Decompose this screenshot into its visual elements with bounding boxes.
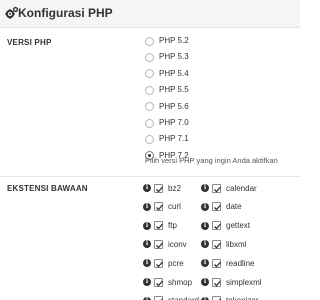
extension-checkbox[interactable] — [212, 183, 221, 193]
radio-button[interactable] — [145, 52, 154, 62]
radio-button[interactable] — [145, 102, 154, 112]
extension-checkbox[interactable] — [212, 296, 221, 300]
php-version-option-label: PHP 5.5 — [159, 85, 189, 95]
gears-icon — [5, 6, 19, 19]
radio-button[interactable] — [145, 134, 154, 144]
php-version-option[interactable]: PHP 5.4 — [145, 67, 189, 81]
php-version-option-label: PHP 5.4 — [159, 68, 189, 78]
php-version-label: VERSI PHP — [7, 38, 52, 47]
php-version-option-label: PHP 5.3 — [159, 52, 189, 62]
extension-label: standard — [168, 296, 199, 300]
extension-checkbox[interactable] — [154, 183, 163, 193]
extension-label: curl — [168, 202, 181, 212]
php-version-option[interactable]: PHP 7.0 — [145, 116, 189, 130]
extension-label: readline — [226, 258, 255, 268]
extension-label: gettext — [226, 221, 251, 231]
extension-item: i simplexml — [201, 276, 262, 288]
extension-checkbox[interactable] — [154, 221, 163, 231]
extensions-label: EKSTENSI BAWAAN — [7, 184, 88, 193]
extension-label: tokenizer — [226, 296, 258, 300]
extension-item: i date — [201, 201, 242, 213]
php-version-option[interactable]: PHP 5.2 — [145, 34, 189, 48]
php-version-option-label: PHP 5.6 — [159, 101, 189, 111]
php-version-option-label: PHP 7.0 — [159, 118, 189, 127]
info-icon[interactable]: i — [201, 240, 209, 249]
extension-checkbox[interactable] — [154, 296, 163, 300]
radio-button[interactable] — [145, 118, 154, 128]
extension-label: pcre — [168, 258, 184, 268]
info-icon[interactable]: i — [201, 184, 209, 192]
info-icon[interactable]: i — [143, 184, 151, 192]
extension-checkbox[interactable] — [212, 277, 221, 287]
php-version-option[interactable]: PHP 5.5 — [145, 83, 189, 97]
page-title: Konfigurasi PHP — [18, 6, 113, 20]
extension-item: itokenizer — [201, 295, 258, 300]
php-version-help-text: Pilih versi PHP yang ingin Anda aktifkan — [145, 156, 278, 165]
extension-label: date — [226, 202, 242, 212]
extension-item: istandard — [143, 295, 199, 300]
info-icon[interactable]: i — [143, 240, 151, 249]
extension-checkbox[interactable] — [212, 258, 221, 268]
extension-item: i gettext — [201, 220, 250, 232]
extension-checkbox[interactable] — [154, 258, 163, 268]
extension-item: i shmop — [143, 276, 192, 288]
extension-item: i ftp — [143, 220, 177, 232]
extension-item: i libxml — [201, 238, 246, 250]
extension-label: iconv — [168, 239, 187, 249]
extension-item: i calendar — [201, 182, 257, 194]
php-version-option[interactable]: PHP 7.1 — [145, 132, 189, 146]
section-divider — [0, 176, 300, 177]
extension-label: simplexml — [226, 277, 262, 287]
extension-checkbox[interactable] — [212, 202, 221, 212]
info-icon[interactable]: i — [143, 278, 151, 286]
extension-checkbox[interactable] — [212, 239, 221, 249]
info-icon[interactable]: i — [201, 221, 209, 230]
extension-item: i readline — [201, 257, 254, 269]
extension-checkbox[interactable] — [154, 202, 163, 212]
php-version-option[interactable]: PHP 5.3 — [145, 50, 189, 64]
extension-label: ftp — [168, 221, 177, 231]
extension-item: i iconv — [143, 238, 187, 250]
extension-label: shmop — [168, 277, 193, 287]
panel-header: Konfigurasi PHP — [0, 0, 300, 28]
info-icon[interactable]: i — [201, 202, 209, 211]
radio-button[interactable] — [145, 85, 154, 95]
radio-button[interactable] — [145, 69, 154, 79]
extension-item: i curl — [143, 201, 181, 213]
info-icon[interactable]: i — [143, 202, 151, 211]
extension-checkbox[interactable] — [154, 239, 163, 249]
php-version-option-label: PHP 7.1 — [159, 134, 189, 144]
info-icon[interactable]: i — [201, 259, 209, 268]
extension-label: bz2 — [168, 183, 181, 193]
php-version-option[interactable]: PHP 5.6 — [145, 100, 189, 114]
extension-item: i bz2 — [143, 182, 181, 194]
extension-label: calendar — [226, 183, 257, 193]
extension-label: libxml — [226, 239, 247, 249]
extension-checkbox[interactable] — [154, 277, 163, 287]
extension-checkbox[interactable] — [212, 221, 221, 231]
info-icon[interactable]: i — [201, 278, 209, 286]
info-icon[interactable]: i — [143, 259, 151, 268]
extension-item: i pcre — [143, 257, 184, 269]
radio-button[interactable] — [145, 36, 154, 46]
info-icon[interactable]: i — [143, 221, 151, 230]
php-version-option-label: PHP 5.2 — [159, 36, 189, 45]
